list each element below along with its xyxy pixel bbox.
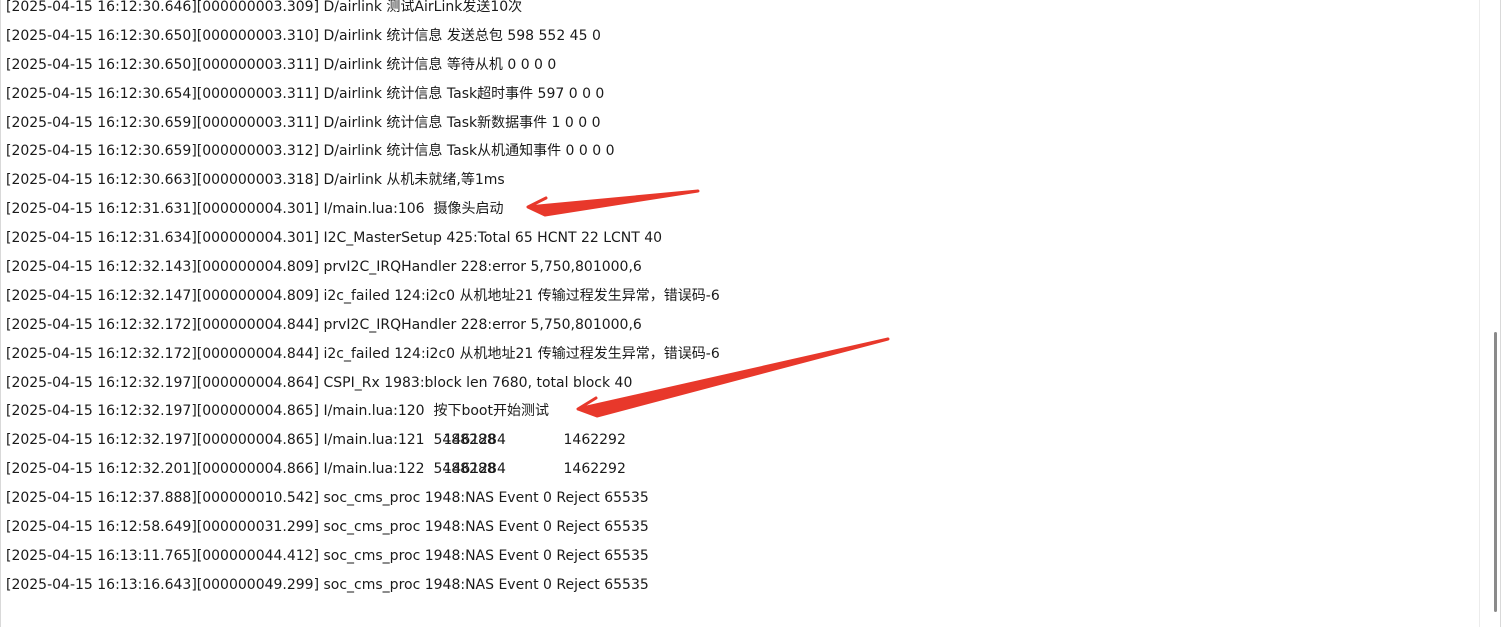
log-output[interactable]: [2025-04-15 16:12:30.646][000000003.309]…	[6, 0, 1478, 627]
log-line-camera-start: [2025-04-15 16:12:31.631][000000004.301]…	[6, 201, 504, 218]
log-line: [2025-04-15 16:13:16.643][000000049.299]…	[6, 576, 649, 593]
log-line: [2025-04-15 16:12:32.147][000000004.809]…	[6, 287, 720, 304]
log-line: [2025-04-15 16:13:11.765][000000044.412]…	[6, 547, 649, 564]
log-line: [2025-04-15 16:12:30.663][000000003.318]…	[6, 172, 505, 189]
log-line: [2025-04-15 16:12:32.197][000000004.865]…	[6, 432, 626, 449]
vertical-scrollbar[interactable]	[1479, 0, 1500, 627]
log-line: [2025-04-15 16:12:32.197][000000004.864]…	[6, 374, 633, 391]
log-line: [2025-04-15 16:12:30.650][000000003.311]…	[6, 56, 557, 73]
log-line: [2025-04-15 16:12:37.888][000000010.542]…	[6, 490, 649, 507]
log-line: [2025-04-15 16:12:30.646][000000003.309]…	[6, 0, 523, 15]
log-line: [2025-04-15 16:12:30.659][000000003.312]…	[6, 143, 615, 160]
log-line: [2025-04-15 16:12:32.172][000000004.844]…	[6, 345, 720, 362]
log-line: [2025-04-15 16:12:30.650][000000003.310]…	[6, 27, 601, 44]
log-line: [2025-04-15 16:12:32.201][000000004.866]…	[6, 461, 626, 478]
log-line: [2025-04-15 16:12:58.649][000000031.299]…	[6, 519, 649, 536]
log-line-boot-test: [2025-04-15 16:12:32.197][000000004.865]…	[6, 403, 549, 420]
log-window: [2025-04-15 16:12:30.646][000000003.309]…	[0, 0, 1501, 627]
log-line: [2025-04-15 16:12:32.143][000000004.809]…	[6, 259, 642, 276]
log-line: [2025-04-15 16:12:31.634][000000004.301]…	[6, 230, 663, 247]
scrollbar-thumb[interactable]	[1494, 332, 1497, 612]
log-line: [2025-04-15 16:12:32.172][000000004.844]…	[6, 316, 642, 333]
log-line: [2025-04-15 16:12:30.654][000000003.311]…	[6, 85, 605, 102]
log-line: [2025-04-15 16:12:30.659][000000003.311]…	[6, 114, 601, 131]
